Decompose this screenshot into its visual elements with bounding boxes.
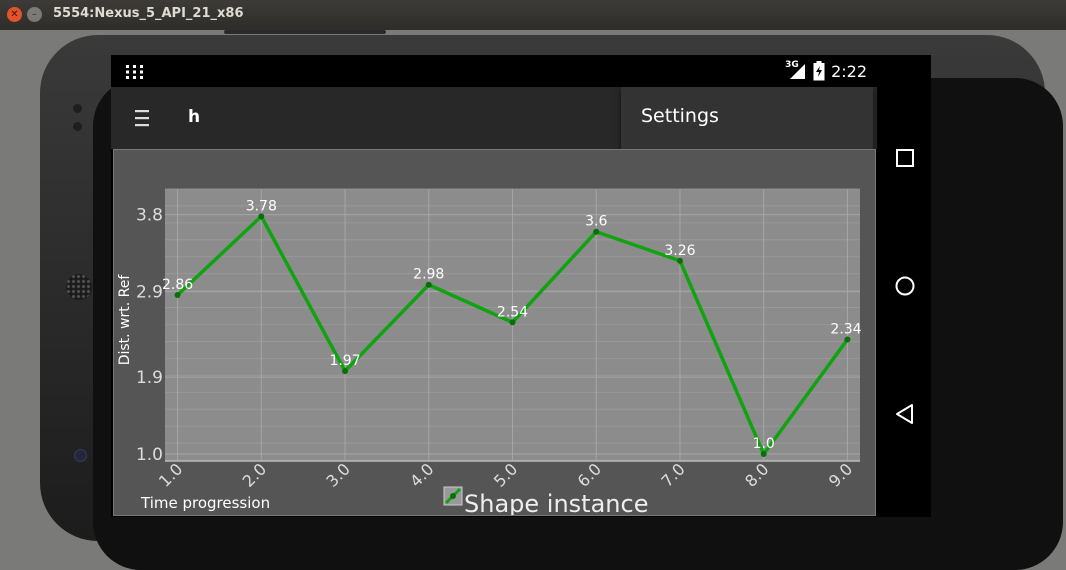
data-label: 2.34 xyxy=(830,321,861,337)
x-tick-label: 2.0 xyxy=(239,459,270,490)
window-titlebar: ✕ – 5554:Nexus_5_API_21_x86 xyxy=(0,0,1066,30)
data-label: 1.97 xyxy=(329,353,360,369)
close-icon: ✕ xyxy=(10,8,19,20)
legend-label: Shape instance xyxy=(464,490,648,515)
x-tick-label: 6.0 xyxy=(574,459,605,490)
legend-marker xyxy=(450,493,456,499)
front-sensor xyxy=(73,104,82,113)
chart-panel: 1.0 1.9 2.9 3.8 1.0 2.0 3.0 4.0 5.0 6.0 7.0 8.0 9.0 D… xyxy=(113,149,876,518)
data-label: 2.98 xyxy=(413,267,444,283)
front-sensor xyxy=(73,122,82,131)
toolbar-title: h xyxy=(188,107,201,127)
speaker-grille-icon xyxy=(66,274,92,300)
hamburger-menu-icon[interactable] xyxy=(135,109,149,127)
overflow-menu-popup: Settings xyxy=(621,87,873,149)
y-axis-title: Dist. wrt. Ref xyxy=(117,274,133,366)
minimize-icon: – xyxy=(32,8,37,20)
x-axis-title: Time progression xyxy=(140,494,270,512)
window-title: 5554:Nexus_5_API_21_x86 xyxy=(53,6,244,21)
data-label: 1.0 xyxy=(753,436,775,452)
y-tick-label: 2.9 xyxy=(136,283,163,303)
data-label: 2.54 xyxy=(497,304,528,320)
y-tick-label: 3.8 xyxy=(136,206,163,226)
status-icons: 3G 2:22 xyxy=(785,60,867,81)
data-label: 3.78 xyxy=(246,198,277,214)
network-type-label: 3G xyxy=(785,60,799,70)
home-circle-icon[interactable] xyxy=(894,275,916,297)
signal-3g-icon: 3G xyxy=(785,60,807,80)
x-tick-label: 8.0 xyxy=(741,459,772,490)
x-tick-label: 5.0 xyxy=(490,459,521,490)
window-minimize-button[interactable]: – xyxy=(27,7,42,22)
window-close-button[interactable]: ✕ xyxy=(7,7,22,22)
camera-icon xyxy=(74,449,87,462)
x-tick-label: 7.0 xyxy=(657,459,688,490)
app-grid-icon xyxy=(126,65,143,79)
x-tick-label: 4.0 xyxy=(406,459,437,490)
recents-square-icon[interactable] xyxy=(894,147,916,169)
phone-top-rail xyxy=(224,30,386,34)
menu-item-settings[interactable]: Settings xyxy=(641,105,719,127)
x-tick-label: 3.0 xyxy=(322,459,353,490)
x-tick-label: 9.0 xyxy=(825,459,856,490)
clock: 2:22 xyxy=(831,61,867,81)
back-triangle-icon[interactable] xyxy=(894,403,916,425)
y-tick-label: 1.0 xyxy=(136,445,163,465)
status-bar: 3G 2:22 xyxy=(111,55,877,87)
data-label: 2.86 xyxy=(162,277,193,293)
navigation-bar xyxy=(877,87,931,517)
line-chart: 1.0 1.9 2.9 3.8 1.0 2.0 3.0 4.0 5.0 6.0 7.0 8.0 9.0 D… xyxy=(117,188,862,518)
chart-legend: Shape instance xyxy=(443,486,648,518)
data-label: 3.6 xyxy=(585,214,607,230)
battery-icon xyxy=(813,61,825,81)
data-label: 3.26 xyxy=(664,243,695,259)
y-tick-label: 1.9 xyxy=(136,368,163,388)
